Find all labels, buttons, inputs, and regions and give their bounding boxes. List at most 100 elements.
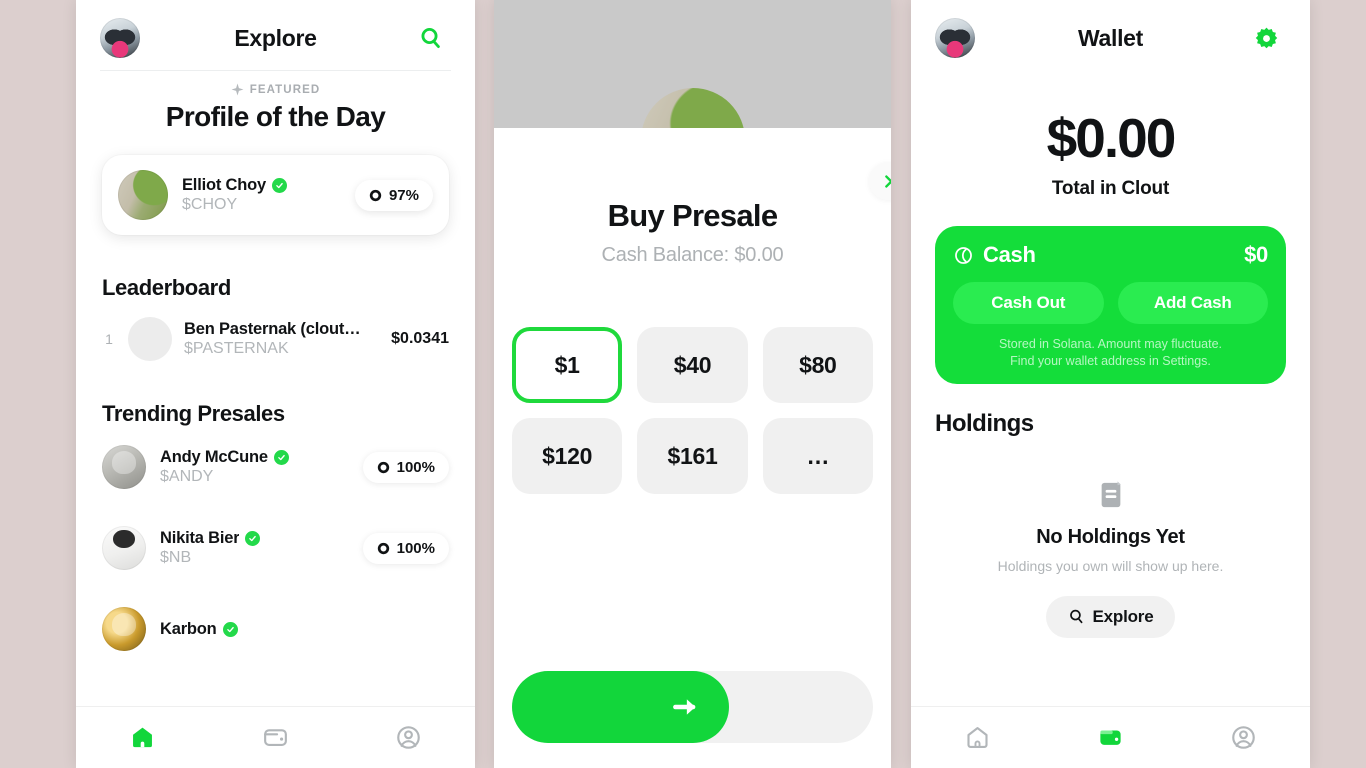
empty-subtitle: Holdings you own will show up here. — [997, 557, 1224, 574]
percent-value: 97% — [388, 186, 419, 204]
amount-option-more[interactable]: … — [762, 418, 873, 494]
avatar — [102, 526, 146, 570]
cash-note-line-1: Stored in Solana. Amount may fluctuate. — [998, 337, 1223, 351]
profile-ticker: $CHOY — [182, 196, 238, 213]
bottom-tab-bar — [911, 706, 1310, 768]
explore-header: Explore — [76, 0, 475, 70]
avatar — [118, 170, 168, 220]
holdings-title: Holdings — [935, 409, 1034, 437]
featured-profile-card[interactable]: Elliot Choy $CHOY 97% — [102, 155, 449, 235]
home-icon — [133, 727, 152, 748]
holdings-empty-state: No Holdings Yet Holdings you own will sh… — [911, 478, 1310, 638]
sidebar-item-home[interactable] — [111, 715, 175, 761]
buy-sheet: Buy Presale Cash Balance: $0.00 $1 $40 $… — [494, 128, 891, 768]
status-badge: 97% — [354, 179, 433, 211]
avatar — [128, 317, 172, 361]
amount-option-40[interactable]: $40 — [637, 327, 748, 403]
profile-icon — [397, 726, 420, 749]
profile-name: Nikita Bier — [160, 529, 240, 547]
wallet-icon — [1100, 730, 1121, 745]
home-icon — [967, 726, 988, 749]
profile-name-block: Andy McCune $ANDY — [160, 448, 349, 486]
percent-value: 100% — [396, 539, 435, 557]
trending-presales-title: Trending Presales — [102, 401, 285, 426]
buy-presale-screen: Buy Presale Cash Balance: $0.00 $1 $40 $… — [494, 0, 891, 768]
add-cash-button[interactable]: Add Cash — [1117, 282, 1268, 324]
amount-option-1[interactable]: $1 — [512, 327, 623, 403]
status-badge: 100% — [362, 532, 449, 564]
circle-icon — [377, 542, 389, 554]
notebook-icon — [1101, 481, 1121, 507]
empty-title: No Holdings Yet — [1036, 525, 1185, 548]
profile-name-block: Karbon — [160, 620, 449, 639]
profile-ticker: $NB — [160, 549, 192, 566]
cash-actions: Cash Out Add Cash — [953, 282, 1268, 324]
featured-badge: FEATURED — [76, 83, 475, 96]
list-item[interactable]: Andy McCune $ANDY 100% — [76, 445, 475, 489]
gear-icon — [1255, 27, 1277, 48]
avatar[interactable] — [100, 18, 140, 58]
wallet-icon — [264, 729, 287, 746]
amount-options: $1 $40 $80 $120 $161 … — [494, 327, 891, 494]
featured-label: FEATURED — [249, 83, 321, 96]
percent-value: 100% — [396, 458, 435, 476]
profile-ticker: $PASTERNAK — [184, 340, 289, 357]
verified-badge-icon — [271, 178, 287, 193]
sidebar-item-home[interactable] — [946, 715, 1010, 761]
cash-card: Cash $0 Cash Out Add Cash Stored in Sola… — [935, 226, 1286, 384]
next-button[interactable] — [869, 162, 891, 200]
page-title: Buy Presale — [607, 198, 778, 233]
sidebar-item-wallet[interactable] — [1079, 715, 1143, 761]
sidebar-item-profile[interactable] — [377, 715, 441, 761]
profile-name: Karbon — [160, 619, 217, 638]
header-divider — [100, 70, 451, 71]
search-icon — [421, 28, 440, 49]
cash-card-header: Cash $0 — [953, 242, 1268, 268]
profile-name-block: Ben Pasternak (clout… $PASTERNAK — [184, 320, 379, 358]
slide-to-confirm-track[interactable] — [512, 671, 873, 743]
cash-coin-icon — [955, 246, 972, 264]
explore-button-label: Explore — [1092, 606, 1154, 626]
total-balance: $0.00 — [1046, 107, 1177, 169]
list-item[interactable]: Karbon — [76, 607, 475, 651]
chevron-right-icon — [884, 174, 891, 188]
profile-name: Ben Pasternak (clout… — [184, 320, 361, 338]
cash-note: Stored in Solana. Amount may fluctuate. … — [953, 336, 1268, 370]
settings-button[interactable] — [1246, 18, 1286, 58]
explore-button[interactable]: Explore — [1045, 595, 1176, 638]
profile-of-the-day-title: Profile of the Day — [165, 101, 386, 132]
explore-screen: Explore FEATURED Profile of the Day Elli… — [76, 0, 475, 768]
verified-badge-icon — [273, 450, 289, 465]
cash-out-button[interactable]: Cash Out — [953, 282, 1104, 324]
screenshot-stage: Explore FEATURED Profile of the Day Elli… — [0, 0, 1366, 768]
table-row[interactable]: 1 Ben Pasternak (clout… $PASTERNAK $0.03… — [76, 317, 475, 361]
avatar — [102, 607, 146, 651]
list-item[interactable]: Nikita Bier $NB 100% — [76, 526, 475, 570]
amount-option-161[interactable]: $161 — [637, 418, 748, 494]
sidebar-item-wallet[interactable] — [244, 715, 308, 761]
rank-number: 1 — [105, 331, 113, 347]
sidebar-item-profile[interactable] — [1212, 715, 1276, 761]
arrow-right-icon — [672, 699, 695, 715]
search-button[interactable] — [411, 18, 451, 58]
leaderboard-title: Leaderboard — [102, 275, 231, 300]
search-icon — [1069, 610, 1082, 624]
circle-icon — [377, 461, 389, 473]
sparkle-icon — [231, 83, 244, 96]
bottom-tab-bar — [76, 706, 475, 768]
price-value: $0.0341 — [391, 330, 449, 347]
status-badge: 100% — [362, 451, 449, 483]
circle-icon — [369, 189, 382, 201]
profile-ticker: $ANDY — [160, 468, 214, 485]
verified-badge-icon — [245, 531, 261, 546]
wallet-header: Wallet — [911, 0, 1310, 70]
amount-option-80[interactable]: $80 — [762, 327, 873, 403]
profile-name-block: Nikita Bier $NB — [160, 529, 349, 567]
verified-badge-icon — [222, 621, 238, 637]
wallet-screen: Wallet $0.00 Total in Clout Cash $0 Cash… — [911, 0, 1310, 768]
slide-to-confirm-thumb[interactable] — [512, 671, 729, 743]
avatar[interactable] — [935, 18, 975, 58]
profile-name: Elliot Choy — [182, 176, 266, 194]
avatar — [102, 445, 146, 489]
amount-option-120[interactable]: $120 — [512, 418, 623, 494]
